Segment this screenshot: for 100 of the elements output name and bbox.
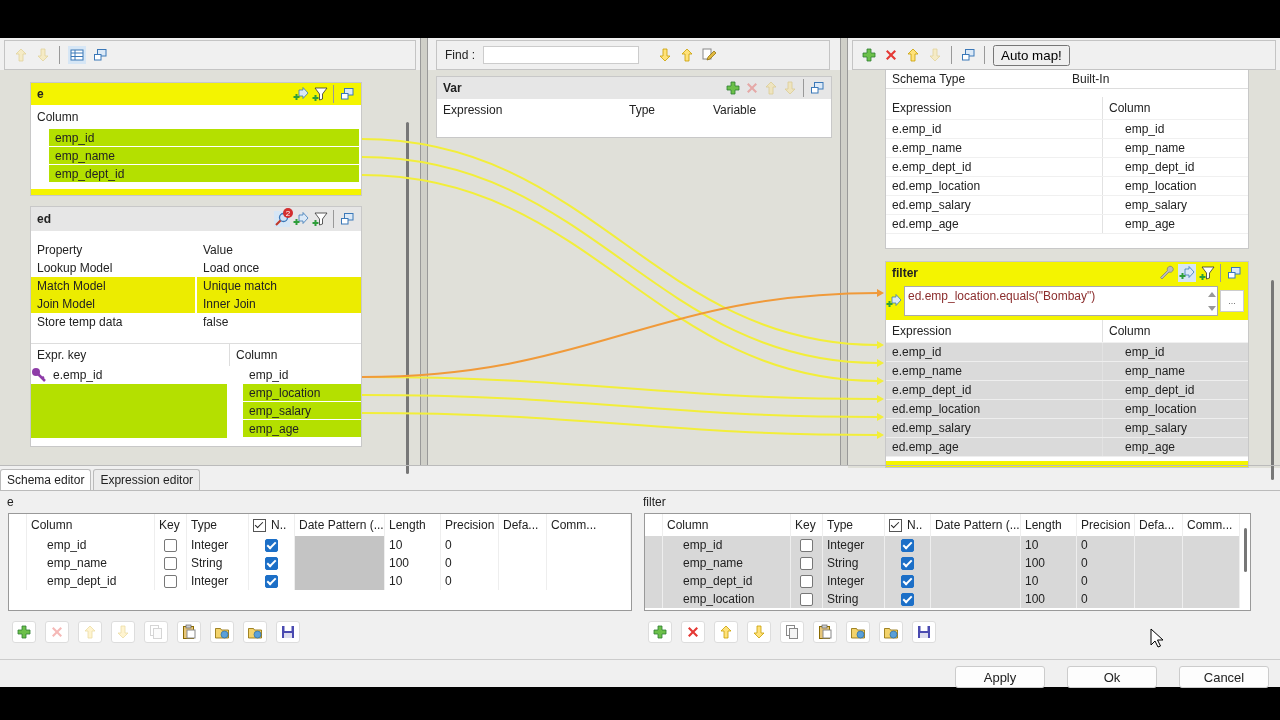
table-header[interactable]: ed 2: [31, 207, 361, 231]
table-row[interactable]: e.emp_dept_id emp_dept_id: [886, 158, 1248, 177]
checkbox[interactable]: [901, 538, 914, 552]
column-header[interactable]: Defa...: [503, 518, 539, 532]
checkbox[interactable]: [889, 518, 902, 532]
column-header[interactable]: N..: [907, 518, 923, 532]
checkbox[interactable]: [800, 592, 813, 606]
window-icon[interactable]: [92, 47, 108, 63]
arrow-plus-icon[interactable]: [1179, 265, 1195, 281]
column-header[interactable]: Defa...: [1139, 518, 1175, 532]
table-header[interactable]: filter: [886, 262, 1248, 284]
editor-tab[interactable]: Expression editor: [93, 469, 201, 490]
export-button[interactable]: [879, 621, 903, 643]
table-row[interactable]: e.emp_id emp_id: [886, 120, 1248, 139]
copy-button[interactable]: [780, 621, 804, 643]
funnel-plus-icon[interactable]: [312, 86, 328, 102]
checkbox[interactable]: [265, 538, 278, 552]
import-button[interactable]: [210, 621, 234, 643]
delete-icon[interactable]: [883, 47, 899, 63]
column-header[interactable]: Type: [191, 518, 217, 532]
checkbox[interactable]: [800, 538, 813, 552]
dialog-button[interactable]: Ok: [1067, 666, 1157, 688]
expression-key-cell[interactable]: e.emp_id: [31, 366, 227, 384]
up-arrow-icon[interactable]: [905, 47, 921, 63]
column-header[interactable]: Column: [667, 518, 709, 532]
window-icon[interactable]: [809, 80, 825, 96]
column-cell[interactable]: emp_id: [49, 129, 359, 147]
checkbox[interactable]: [800, 556, 813, 570]
table-row[interactable]: emp_name String 100 0: [645, 554, 1240, 572]
up-arrow-icon[interactable]: [679, 47, 695, 63]
expression-key-cell[interactable]: [31, 420, 227, 438]
table-row[interactable]: e.emp_name emp_name: [886, 139, 1248, 158]
funnel-plus-icon[interactable]: [312, 211, 328, 227]
expression-builder-button[interactable]: ...: [1220, 290, 1244, 312]
arrow-plus-icon[interactable]: [293, 211, 309, 227]
scrollbar[interactable]: [406, 122, 409, 474]
value-cell[interactable]: Load once: [197, 259, 361, 277]
table-header[interactable]: Var: [437, 77, 831, 99]
table-row[interactable]: emp_id Integer 10 0: [645, 536, 1240, 554]
column-cell[interactable]: emp_age: [243, 420, 361, 438]
mapping-line[interactable]: [361, 289, 884, 378]
column-header[interactable]: Key: [159, 518, 180, 532]
table-row[interactable]: ed.emp_location emp_location: [886, 177, 1248, 196]
checkbox[interactable]: [164, 574, 177, 588]
window-icon[interactable]: [339, 86, 355, 102]
table-row[interactable]: emp_location String 100 0: [645, 590, 1240, 608]
expression-key-cell[interactable]: [31, 384, 227, 402]
table-row[interactable]: ed.emp_age emp_age: [886, 438, 1248, 457]
table-row[interactable]: emp_name String 100 0: [9, 554, 631, 572]
property-value[interactable]: Built-In: [1072, 72, 1248, 86]
column-header[interactable]: Length: [1025, 518, 1062, 532]
column-header[interactable]: Column: [31, 518, 73, 532]
scrollbar[interactable]: [1244, 528, 1247, 572]
window-icon[interactable]: [1226, 265, 1242, 281]
column-header[interactable]: Comm...: [1187, 518, 1233, 532]
table-row[interactable]: ed.emp_age emp_age: [886, 215, 1248, 234]
table-header[interactable]: e: [31, 83, 361, 105]
column-cell[interactable]: emp_salary: [243, 402, 361, 420]
value-cell[interactable]: Unique match: [197, 277, 361, 295]
table-row[interactable]: ed.emp_salary emp_salary: [886, 196, 1248, 215]
add-icon[interactable]: [861, 47, 877, 63]
paste-button[interactable]: [177, 621, 201, 643]
table-row[interactable]: e.emp_name emp_name: [886, 362, 1248, 381]
export-button[interactable]: [243, 621, 267, 643]
checkbox[interactable]: [253, 518, 266, 532]
column-header[interactable]: Type: [827, 518, 853, 532]
table-row[interactable]: e.emp_dept_id emp_dept_id: [886, 381, 1248, 400]
editor-tab[interactable]: Schema editor: [0, 469, 92, 490]
column-header[interactable]: Date Pattern (...: [935, 518, 1020, 532]
checkbox[interactable]: [164, 538, 177, 552]
add-button[interactable]: [648, 621, 672, 643]
checkbox[interactable]: [901, 574, 914, 588]
splitter[interactable]: [420, 38, 428, 465]
value-cell[interactable]: false: [197, 313, 361, 331]
column-header[interactable]: N..: [271, 518, 287, 532]
table-row[interactable]: ed.emp_salary emp_salary: [886, 419, 1248, 438]
checkbox[interactable]: [265, 556, 278, 570]
column-header[interactable]: Length: [389, 518, 426, 532]
move-up-button[interactable]: [714, 621, 738, 643]
funnel-plus-icon[interactable]: [1199, 265, 1215, 281]
window-icon[interactable]: [339, 211, 355, 227]
checkbox[interactable]: [901, 556, 914, 570]
table-row[interactable]: e.emp_id emp_id: [886, 343, 1248, 362]
arrow-plus-icon[interactable]: [293, 86, 309, 102]
splitter[interactable]: [840, 38, 848, 465]
table-row[interactable]: emp_id Integer 10 0: [9, 536, 631, 554]
column-header[interactable]: Key: [795, 518, 816, 532]
table-icon[interactable]: [69, 47, 85, 63]
move-down-button[interactable]: [747, 621, 771, 643]
scrollbar[interactable]: [1271, 280, 1274, 480]
dialog-button[interactable]: Cancel: [1179, 666, 1269, 688]
column-header[interactable]: Precision: [1081, 518, 1131, 532]
column-header[interactable]: Precision: [445, 518, 495, 532]
down-arrow-icon[interactable]: [657, 47, 673, 63]
column-cell[interactable]: emp_location: [243, 384, 361, 402]
find-field[interactable]: [483, 46, 639, 64]
add-icon[interactable]: [725, 80, 741, 96]
table-row[interactable]: emp_dept_id Integer 10 0: [9, 572, 631, 590]
checkbox[interactable]: [265, 574, 278, 588]
checkbox[interactable]: [800, 574, 813, 588]
